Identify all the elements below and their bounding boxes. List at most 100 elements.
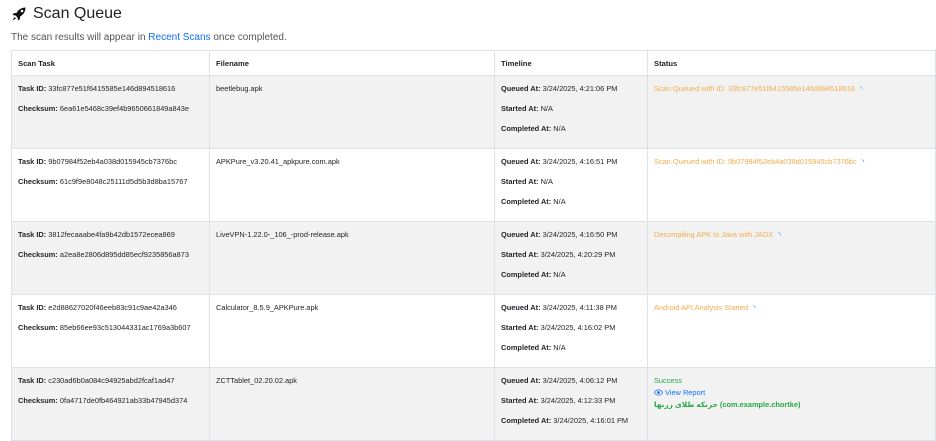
view-report-label: View Report [665, 388, 706, 397]
checksum-label: Checksum: [18, 396, 58, 405]
page-header: Scan Queue The scan results will appear … [0, 0, 936, 46]
completed-line: Completed At: N/A [501, 196, 641, 216]
task-id-label: Task ID: [18, 303, 47, 312]
queued-label: Queued At: [501, 157, 541, 166]
completed-label: Completed At: [501, 343, 552, 352]
checksum-label: Checksum: [18, 177, 58, 186]
started-label: Started At: [501, 323, 539, 332]
view-report-link[interactable]: View Report [654, 387, 929, 399]
started-line: Started At: 3/24/2025, 4:16:02 PM [501, 322, 641, 342]
completed-line: Completed At: N/A [501, 123, 641, 143]
started-value: N/A [540, 104, 553, 113]
column-header-status: Status [647, 50, 936, 76]
completed-line: Completed At: N/A [501, 269, 641, 289]
status-cell: Android API Analysis Started ◝ [647, 294, 936, 368]
checksum-value: 85eb66ee93c513044331ac1769a3b607 [59, 323, 191, 332]
completed-label: Completed At: [501, 197, 552, 206]
started-label: Started At: [501, 104, 539, 113]
rocket-icon [12, 7, 26, 21]
status-text: Scan Queued with ID: 9b07984f52eb4a038d0… [654, 157, 857, 166]
started-label: Started At: [501, 396, 539, 405]
started-line: Started At: 3/24/2025, 4:20:29 PM [501, 249, 641, 269]
task-id-line: Task ID: 3812fecaaabe4fa9b42db1572ecea86… [18, 229, 203, 249]
timeline-cell: Queued At: 3/24/2025, 4:16:51 PM Started… [494, 148, 648, 222]
checksum-line: Checksum: 61c9f9e8048c25111d5d5b3d8ba157… [18, 176, 203, 196]
status-line: Scan Queued with ID: 33fc877e51f6415585e… [654, 83, 929, 96]
status-success: Success [654, 376, 682, 385]
spinner-icon: ◝ [778, 232, 781, 239]
timeline-cell: Queued At: 3/24/2025, 4:06:12 PM Started… [494, 367, 648, 441]
scan-task-cell: Task ID: 33fc877e51f6415585e146d89451861… [11, 75, 210, 149]
status-text: Decompiling APK to Java with JADX [654, 230, 774, 239]
started-line: Started At: N/A [501, 103, 641, 123]
timeline-cell: Queued At: 3/24/2025, 4:21:06 PM Started… [494, 75, 648, 149]
filename-value: APKPure_v3.20.41_apkpure.com.apk [216, 157, 340, 166]
status-line: Decompiling APK to Java with JADX ◝ [654, 229, 929, 242]
checksum-value: 0fa4717de0fb464921ab33b47945d374 [59, 396, 188, 405]
started-line: Started At: N/A [501, 176, 641, 196]
subtitle-text-end: once completed. [210, 32, 287, 43]
started-value: 3/24/2025, 4:12:33 PM [540, 396, 616, 405]
subtitle-text-start: The scan results will appear in [11, 32, 149, 43]
started-value: N/A [540, 177, 553, 186]
checksum-value: a2ea8e2806d895dd85ecf9235856a873 [59, 250, 189, 259]
status-cell: Scan Queued with ID: 9b07984f52eb4a038d0… [647, 148, 936, 222]
completed-value: N/A [553, 197, 566, 206]
checksum-line: Checksum: 0fa4717de0fb464921ab33b47945d3… [18, 395, 203, 415]
status-cell: Success View Report جرنکه طلای زربها (co… [647, 367, 936, 441]
task-id-value: 3812fecaaabe4fa9b42db1572ecea869 [48, 230, 175, 239]
checksum-label: Checksum: [18, 323, 58, 332]
filename-cell: Calculator_8.5.9_APKPure.apk [209, 294, 495, 368]
queued-value: 3/24/2025, 4:11:38 PM [542, 303, 617, 312]
task-id-label: Task ID: [18, 230, 47, 239]
queued-line: Queued At: 3/24/2025, 4:11:38 PM [501, 302, 641, 322]
recent-scans-link[interactable]: Recent Scans [148, 32, 210, 43]
completed-label: Completed At: [501, 270, 552, 279]
filename-cell: beetlebug.apk [209, 75, 495, 149]
completed-label: Completed At: [501, 416, 552, 425]
queued-value: 3/24/2025, 4:16:51 PM [542, 157, 618, 166]
completed-value: N/A [553, 343, 566, 352]
task-id-label: Task ID: [18, 84, 47, 93]
queued-label: Queued At: [501, 84, 541, 93]
timeline-cell: Queued At: 3/24/2025, 4:16:50 PM Started… [494, 221, 648, 295]
scan-queue-table: Scan Task Filename Timeline Status Task … [11, 50, 936, 441]
completed-line: Completed At: N/A [501, 342, 641, 362]
started-label: Started At: [501, 177, 539, 186]
spinner-icon: ◝ [861, 159, 865, 166]
app-name: جرنکه طلای زربها (com.example.chortke) [654, 400, 801, 409]
task-id-label: Task ID: [18, 376, 47, 385]
started-value: 3/24/2025, 4:16:02 PM [540, 323, 616, 332]
timeline-cell: Queued At: 3/24/2025, 4:11:38 PM Started… [494, 294, 648, 368]
checksum-line: Checksum: 6ea61e5468c39ef4b9650661849a84… [18, 103, 203, 123]
filename-value: LiveVPN-1.22.0-_106_-prod-release.apk [216, 230, 349, 239]
status-text: Scan Queued with ID: 33fc877e51f6415585e… [654, 84, 855, 93]
task-id-value: 9b07984f52eb4a038d015945cb7376bc [48, 157, 177, 166]
table-row: Task ID: e2d88627020f46eeb83c91c9ae42a34… [11, 294, 936, 368]
task-id-line: Task ID: c230ad6b0a084c94925abd2fcaf1ad4… [18, 375, 203, 395]
started-value: 3/24/2025, 4:20:29 PM [540, 250, 616, 259]
status-line: Android API Analysis Started ◝ [654, 302, 929, 315]
table-row: Task ID: c230ad6b0a084c94925abd2fcaf1ad4… [11, 367, 936, 441]
status-line: Scan Queued with ID: 9b07984f52eb4a038d0… [654, 156, 929, 169]
completed-line: Completed At: 3/24/2025, 4:16:01 PM [501, 415, 641, 435]
queued-value: 3/24/2025, 4:16:50 PM [542, 230, 618, 239]
filename-value: ZCTTablet_02.20.02.apk [216, 376, 297, 385]
queued-value: 3/24/2025, 4:06:12 PM [542, 376, 618, 385]
checksum-label: Checksum: [18, 250, 58, 259]
table-row: Task ID: 9b07984f52eb4a038d015945cb7376b… [11, 148, 936, 222]
column-header-timeline: Timeline [494, 50, 648, 76]
filename-value: beetlebug.apk [216, 84, 263, 93]
eye-icon [654, 389, 663, 396]
status-text: Android API Analysis Started [654, 303, 749, 312]
task-id-value: c230ad6b0a084c94925abd2fcaf1ad47 [48, 376, 175, 385]
table-row: Task ID: 33fc877e51f6415585e146d89451861… [11, 75, 936, 149]
filename-cell: ZCTTablet_02.20.02.apk [209, 367, 495, 441]
scan-task-cell: Task ID: c230ad6b0a084c94925abd2fcaf1ad4… [11, 367, 210, 441]
task-id-line: Task ID: 33fc877e51f6415585e146d89451861… [18, 83, 203, 103]
task-id-line: Task ID: 9b07984f52eb4a038d015945cb7376b… [18, 156, 203, 176]
checksum-value: 61c9f9e8048c25111d5d5b3d8ba15767 [59, 177, 188, 186]
completed-value: N/A [553, 124, 566, 133]
checksum-line: Checksum: a2ea8e2806d895dd85ecf9235856a8… [18, 249, 203, 269]
completed-label: Completed At: [501, 124, 552, 133]
